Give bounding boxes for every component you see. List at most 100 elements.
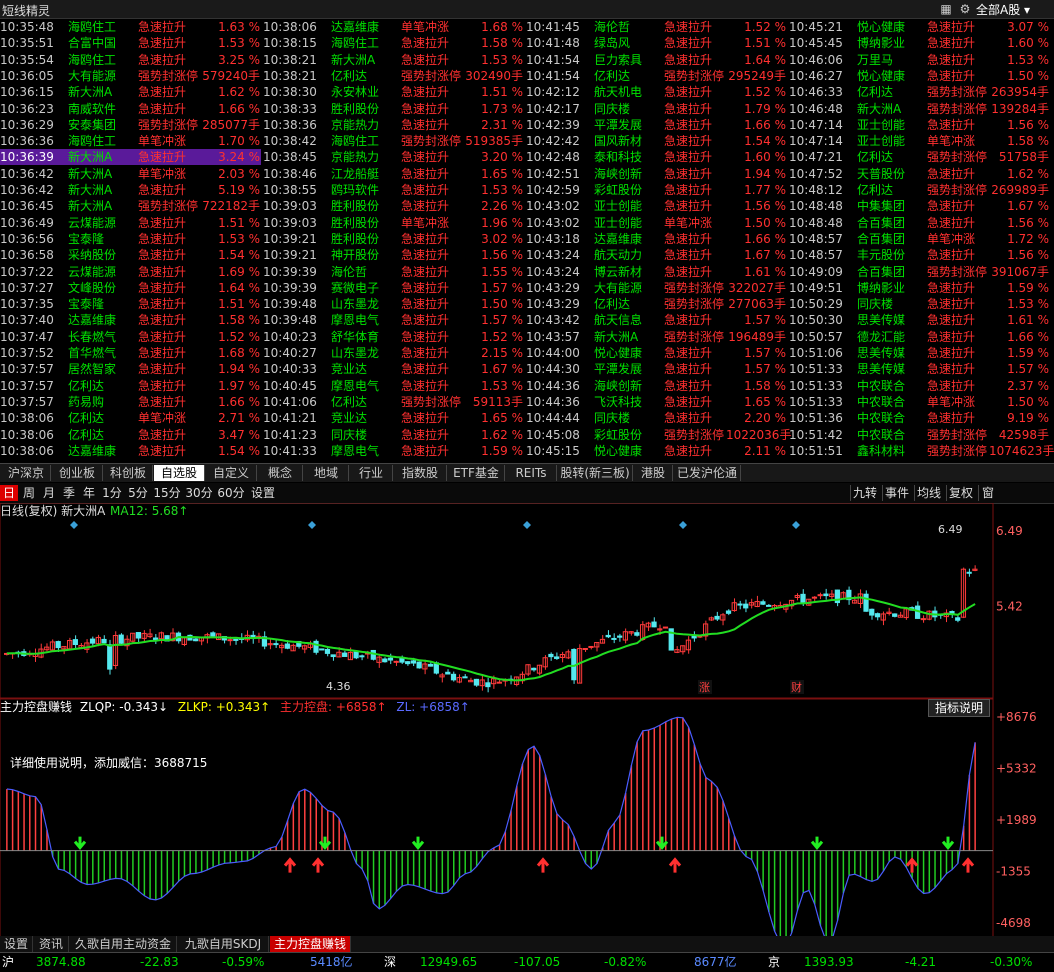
stock-name[interactable]: 亿利达: [857, 149, 925, 165]
indicator-tab-3[interactable]: 九歌自用SKDJ: [178, 936, 269, 952]
grid-icon[interactable]: ▦: [938, 1, 954, 17]
stock-name[interactable]: 海鸥住工: [68, 52, 136, 68]
stock-name[interactable]: 首华燃气: [68, 345, 136, 361]
tool-4[interactable]: 窗: [978, 485, 997, 501]
tab-13[interactable]: 已发沪伦通: [674, 465, 741, 481]
stock-name[interactable]: 胜利股份: [331, 101, 399, 117]
stock-name[interactable]: 博纳影业: [857, 35, 925, 51]
stock-name[interactable]: 绿岛风: [594, 35, 662, 51]
kline-chart[interactable]: 日线(复权) 新大洲A MA12: 5.68↑ 6.49 5.42 4.36 6.49 涨 财…: [0, 503, 1054, 953]
stock-name[interactable]: 摩恩电气: [331, 312, 399, 328]
period-2[interactable]: 月: [40, 485, 58, 501]
period-8[interactable]: 30分: [184, 485, 214, 501]
tab-5[interactable]: 概念: [258, 465, 303, 481]
stock-name[interactable]: 思美传媒: [857, 312, 925, 328]
stock-name[interactable]: 同庆楼: [594, 410, 662, 426]
stock-name[interactable]: 亿利达: [331, 68, 399, 84]
stock-name[interactable]: 航天动力: [594, 247, 662, 263]
indicator-tab-2[interactable]: 久歌自用主动资金: [70, 936, 177, 952]
period-0[interactable]: 日: [0, 485, 18, 501]
indicator-help-button[interactable]: 指标说明: [928, 699, 990, 717]
period-3[interactable]: 季: [60, 485, 78, 501]
stock-name[interactable]: 博云新材: [594, 264, 662, 280]
stock-name[interactable]: 合百集团: [857, 231, 925, 247]
period-1[interactable]: 周: [20, 485, 38, 501]
stock-name[interactable]: 中农联合: [857, 427, 925, 443]
stock-name[interactable]: 达嘉维康: [594, 231, 662, 247]
stock-name[interactable]: 合百集团: [857, 264, 925, 280]
stock-name[interactable]: 海鸥住工: [68, 19, 136, 35]
stock-name[interactable]: 赛微电子: [331, 280, 399, 296]
stock-name[interactable]: 中农联合: [857, 394, 925, 410]
stock-name[interactable]: 新大洲A: [68, 198, 136, 214]
stock-name[interactable]: 亿利达: [594, 296, 662, 312]
stock-name[interactable]: 神开股份: [331, 247, 399, 263]
period-9[interactable]: 60分: [216, 485, 246, 501]
stock-name[interactable]: 新大洲A: [331, 52, 399, 68]
stock-name[interactable]: 新大洲A: [68, 149, 136, 165]
stock-name[interactable]: 悦心健康: [594, 443, 662, 459]
stock-name[interactable]: 亿利达: [68, 378, 136, 394]
stock-name[interactable]: 悦心健康: [594, 345, 662, 361]
stock-name[interactable]: 万里马: [857, 52, 925, 68]
stock-name[interactable]: 达嘉维康: [68, 312, 136, 328]
tool-2[interactable]: 均线: [914, 485, 943, 501]
indicator-tab-1[interactable]: 资讯: [34, 936, 69, 952]
stock-name[interactable]: 同庆楼: [594, 101, 662, 117]
stock-name[interactable]: 胜利股份: [331, 231, 399, 247]
indicator-tab-4[interactable]: 主力控盘赚钱: [270, 936, 351, 952]
stock-name[interactable]: 亿利达: [857, 182, 925, 198]
stock-name[interactable]: 平潭发展: [594, 117, 662, 133]
indicator-tab-0[interactable]: 设置: [0, 936, 33, 952]
stock-name[interactable]: 同庆楼: [857, 296, 925, 312]
stock-name[interactable]: 巨力索具: [594, 52, 662, 68]
stock-name[interactable]: 彩虹股份: [594, 182, 662, 198]
stock-name[interactable]: 南威软件: [68, 101, 136, 117]
stock-name[interactable]: 亿利达: [68, 410, 136, 426]
gear-icon[interactable]: ⚙: [957, 1, 973, 17]
stock-name[interactable]: 达嘉维康: [68, 443, 136, 459]
stock-name[interactable]: 博纳影业: [857, 280, 925, 296]
stock-name[interactable]: 云煤能源: [68, 215, 136, 231]
stock-name[interactable]: 达嘉维康: [331, 19, 399, 35]
tab-7[interactable]: 行业: [350, 465, 393, 481]
stock-name[interactable]: 摩恩电气: [331, 378, 399, 394]
stock-name[interactable]: 思美传媒: [857, 345, 925, 361]
stock-name[interactable]: 竞业达: [331, 410, 399, 426]
stock-name[interactable]: 京能热力: [331, 117, 399, 133]
stock-name[interactable]: 同庆楼: [331, 427, 399, 443]
tool-3[interactable]: 复权: [946, 485, 975, 501]
stock-name[interactable]: 长春燃气: [68, 329, 136, 345]
stock-name[interactable]: 亚士创能: [594, 198, 662, 214]
stock-name[interactable]: 新大洲A: [594, 329, 662, 345]
stock-name[interactable]: 亚士创能: [594, 215, 662, 231]
tab-8[interactable]: 指数股: [394, 465, 447, 481]
period-5[interactable]: 1分: [100, 485, 124, 501]
stock-name[interactable]: 文峰股份: [68, 280, 136, 296]
stock-name[interactable]: 平潭发展: [594, 361, 662, 377]
stock-name[interactable]: 宝泰隆: [68, 231, 136, 247]
tab-9[interactable]: ETF基金: [448, 465, 505, 481]
stock-name[interactable]: 亚士创能: [857, 133, 925, 149]
stock-name[interactable]: 海鸥住工: [68, 133, 136, 149]
stock-name[interactable]: 新大洲A: [68, 166, 136, 182]
stock-name[interactable]: 亚士创能: [857, 117, 925, 133]
stock-name[interactable]: 居然智家: [68, 361, 136, 377]
stock-name[interactable]: 泰和科技: [594, 149, 662, 165]
tab-2[interactable]: 科创板: [104, 465, 153, 481]
stock-name[interactable]: 亿利达: [68, 427, 136, 443]
stock-name[interactable]: 天普股份: [857, 166, 925, 182]
stock-name[interactable]: 航天信息: [594, 312, 662, 328]
tab-0[interactable]: 沪深京: [2, 465, 51, 481]
tab-10[interactable]: REITs: [506, 465, 557, 481]
stock-name[interactable]: 中农联合: [857, 410, 925, 426]
stock-name[interactable]: 摩恩电气: [331, 443, 399, 459]
tab-11[interactable]: 股转(新三板): [558, 465, 633, 481]
stock-name[interactable]: 胜利股份: [331, 198, 399, 214]
stock-name[interactable]: 海伦哲: [331, 264, 399, 280]
tab-6[interactable]: 地域: [304, 465, 349, 481]
period-4[interactable]: 年: [80, 485, 98, 501]
stock-name[interactable]: 永安林业: [331, 84, 399, 100]
stock-name[interactable]: 悦心健康: [857, 68, 925, 84]
stock-name[interactable]: 亿利达: [331, 394, 399, 410]
